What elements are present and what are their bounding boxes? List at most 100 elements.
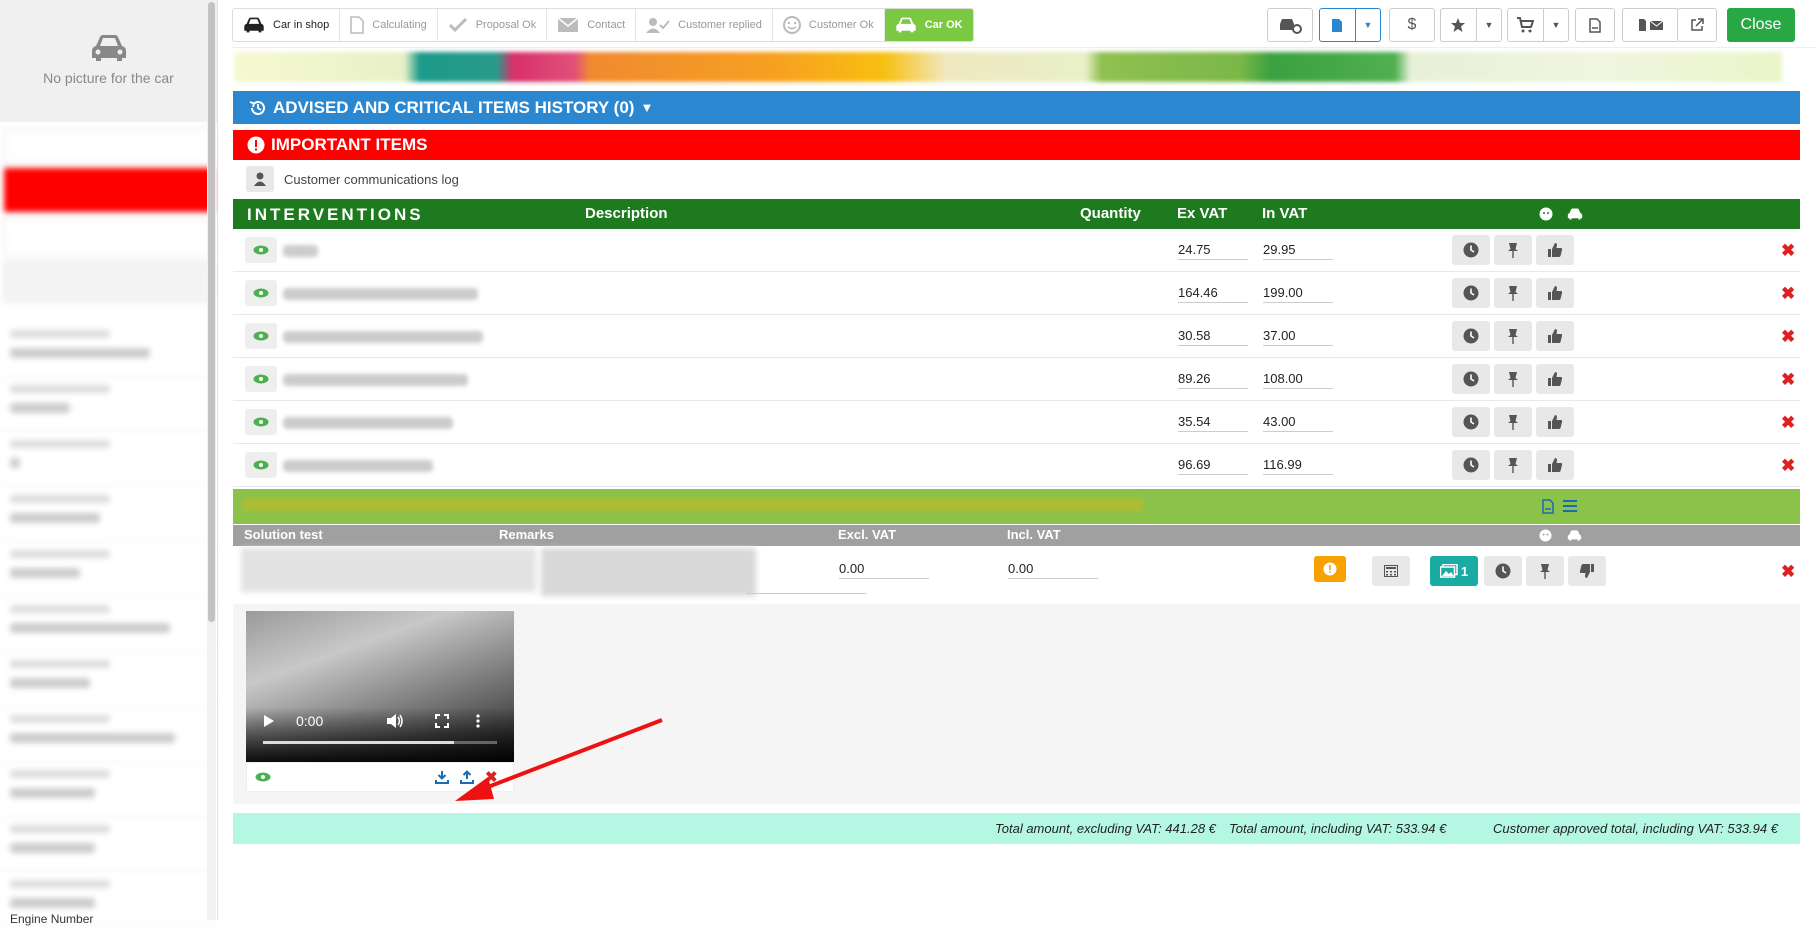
important-items-header[interactable]: IMPORTANT ITEMS (233, 130, 1800, 160)
step-contact[interactable]: Contact (547, 9, 637, 41)
blurred-car-info (0, 122, 217, 322)
history-icon (249, 100, 265, 115)
pin-icon[interactable] (1526, 556, 1564, 586)
delete-icon[interactable]: ✖ (1781, 241, 1795, 261)
thumbs-up-icon[interactable] (1536, 235, 1574, 265)
delete-icon[interactable]: ✖ (1781, 284, 1795, 304)
step-proposal-ok[interactable]: Proposal Ok (438, 9, 548, 41)
comm-log-label: Customer communications log (284, 171, 459, 187)
delete-icon[interactable]: ✖ (1781, 562, 1795, 582)
in-vat-value[interactable]: 43.00 (1263, 414, 1333, 432)
clock-icon[interactable] (1452, 407, 1490, 437)
pdf-icon (1589, 17, 1601, 33)
ex-vat-value[interactable]: 164.46 (1178, 285, 1248, 303)
step-calculating[interactable]: Calculating (340, 9, 438, 41)
pin-icon[interactable] (1494, 364, 1532, 394)
step-car-ok[interactable]: Car OK (884, 9, 973, 41)
in-vat-value[interactable]: 37.00 (1263, 328, 1333, 346)
scrollbar-thumb[interactable] (208, 2, 215, 622)
thumbs-up-icon[interactable] (1536, 321, 1574, 351)
blurred-remarks (541, 548, 756, 596)
pdf-icon[interactable] (1542, 499, 1554, 514)
pin-icon[interactable] (1494, 407, 1532, 437)
chevron-down-icon[interactable]: ▼ (1542, 9, 1568, 41)
eye-icon[interactable] (245, 323, 277, 349)
user-check-icon (646, 18, 670, 33)
favorites-dropdown-button[interactable]: ▼ (1440, 8, 1502, 42)
ex-vat-value[interactable]: 96.69 (1178, 457, 1248, 475)
blurred-description (283, 245, 318, 257)
play-icon[interactable] (263, 714, 275, 728)
step-label: Contact (587, 19, 626, 31)
thumbs-up-icon[interactable] (1536, 450, 1574, 480)
eye-icon[interactable] (245, 237, 277, 263)
excl-vat-input[interactable]: 0.00 (839, 561, 929, 579)
step-customer-ok[interactable]: Customer Ok (773, 9, 885, 41)
delete-icon[interactable]: ✖ (1781, 413, 1795, 433)
eye-icon[interactable] (245, 280, 277, 306)
thumbs-up-icon[interactable] (1536, 364, 1574, 394)
car-parts-button[interactable] (1267, 8, 1313, 42)
ex-vat-value[interactable]: 89.26 (1178, 371, 1248, 389)
blurred-description (283, 374, 468, 386)
ex-vat-value[interactable]: 30.58 (1178, 328, 1248, 346)
ex-vat-value[interactable]: 35.54 (1178, 414, 1248, 432)
clock-icon[interactable] (1484, 556, 1522, 586)
cart-dropdown-button[interactable]: ▼ (1507, 8, 1569, 42)
customer-communications-log[interactable]: Customer communications log (246, 166, 459, 192)
blurred-solution-test (241, 548, 536, 592)
eye-icon[interactable] (245, 452, 277, 478)
in-vat-value[interactable]: 199.00 (1263, 285, 1333, 303)
clock-icon[interactable] (1452, 278, 1490, 308)
calculator-icon[interactable] (1372, 556, 1410, 586)
intervention-row: 96.69 116.99 ✖ (233, 444, 1800, 487)
pin-icon[interactable] (1494, 321, 1532, 351)
delete-icon[interactable]: ✖ (1781, 327, 1795, 347)
eye-icon[interactable] (245, 409, 277, 435)
document-dropdown-button[interactable]: ▼ (1319, 8, 1381, 42)
left-scrollbar[interactable] (207, 0, 216, 920)
chevron-down-icon[interactable]: ▼ (1475, 9, 1501, 41)
price-button[interactable]: $ (1389, 8, 1435, 42)
step-car-in-shop[interactable]: Car in shop (233, 9, 341, 41)
clock-icon[interactable] (1452, 364, 1490, 394)
chevron-down-icon[interactable]: ▼ (1354, 9, 1380, 41)
delete-icon[interactable]: ✖ (1781, 370, 1795, 390)
step-customer-replied[interactable]: Customer replied (636, 9, 773, 41)
send-document-button[interactable] (1622, 8, 1679, 42)
column-ex-vat: Ex VAT (1177, 205, 1228, 222)
thumbs-down-icon[interactable] (1568, 556, 1606, 586)
clock-icon[interactable] (1452, 235, 1490, 265)
intervention-row: 164.46 199.00 ✖ (233, 272, 1800, 315)
advised-items-header[interactable]: ADVISED AND CRITICAL ITEMS HISTORY (0) ▼ (233, 91, 1800, 124)
menu-icon[interactable] (1563, 500, 1577, 512)
pin-icon[interactable] (1494, 235, 1532, 265)
open-external-button[interactable] (1677, 8, 1717, 42)
in-vat-value[interactable]: 116.99 (1263, 457, 1333, 475)
thumbs-up-icon[interactable] (1536, 278, 1574, 308)
blurred-description (283, 460, 433, 472)
intervention-row: 24.75 29.95 ✖ (233, 229, 1800, 272)
interventions-header: INTERVENTIONS Description Quantity Ex VA… (233, 199, 1800, 229)
delete-icon[interactable]: ✖ (1781, 456, 1795, 476)
step-label: Customer Ok (808, 19, 874, 31)
ex-vat-value[interactable]: 24.75 (1178, 242, 1248, 260)
volume-icon[interactable] (386, 713, 404, 729)
in-vat-value[interactable]: 29.95 (1263, 242, 1333, 260)
close-button[interactable]: Close (1727, 8, 1795, 42)
pdf-button[interactable] (1575, 8, 1615, 42)
eye-icon[interactable] (245, 366, 277, 392)
blurred-description (283, 288, 478, 300)
thumbs-up-icon[interactable] (1536, 407, 1574, 437)
eye-icon[interactable] (255, 772, 271, 782)
clock-icon[interactable] (1452, 321, 1490, 351)
pin-icon[interactable] (1494, 278, 1532, 308)
pin-icon[interactable] (1494, 450, 1532, 480)
warning-button[interactable] (1314, 556, 1346, 582)
total-incl-vat: Total amount, including VAT: 533.94 € (1229, 821, 1447, 836)
incl-vat-input[interactable]: 0.00 (1008, 561, 1098, 579)
column-description: Description (585, 205, 668, 222)
clock-icon[interactable] (1452, 450, 1490, 480)
photos-button[interactable]: 1 (1430, 556, 1478, 586)
in-vat-value[interactable]: 108.00 (1263, 371, 1333, 389)
